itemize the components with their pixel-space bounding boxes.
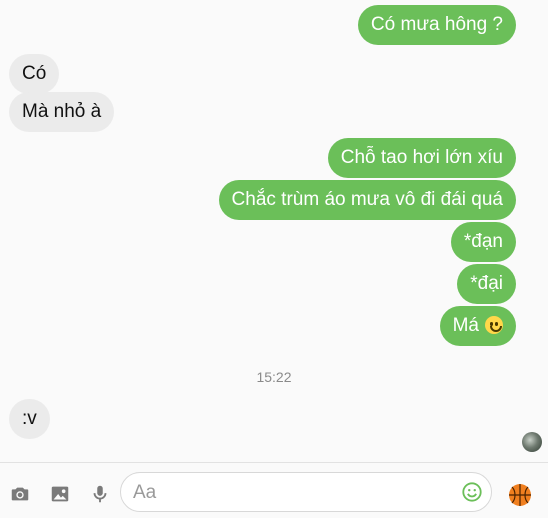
emoji-icon[interactable]	[461, 481, 483, 503]
message-incoming[interactable]: Có	[9, 54, 60, 94]
message-input-placeholder: Aa	[133, 482, 157, 503]
message-outgoing[interactable]: Má	[439, 306, 516, 346]
message-outgoing[interactable]: Chỗ tao hơi lớn xíu	[327, 138, 516, 178]
composer-bar: Aa	[0, 462, 548, 518]
message-outgoing[interactable]: *đại	[457, 264, 516, 304]
message-outgoing[interactable]: Có mưa hông ?	[357, 5, 516, 45]
basketball-icon[interactable]	[508, 483, 532, 507]
microphone-icon[interactable]	[89, 483, 111, 505]
conversation-area: Có mưa hông ? Có Mà nhỏ à Chỗ tao hơi lớ…	[0, 0, 548, 462]
camera-icon[interactable]	[9, 483, 31, 505]
seen-avatar	[522, 432, 542, 452]
message-incoming[interactable]: :v	[9, 399, 50, 439]
timestamp: 15:22	[256, 369, 292, 385]
image-icon[interactable]	[49, 483, 71, 505]
message-outgoing[interactable]: *đạn	[450, 222, 516, 262]
slightly-smiling-face-icon	[485, 316, 503, 334]
message-outgoing[interactable]: Chắc trùm áo mưa vô đi đái quá	[218, 180, 516, 220]
message-input[interactable]: Aa	[120, 472, 492, 512]
message-incoming[interactable]: Mà nhỏ à	[9, 92, 115, 132]
message-text: Má	[452, 315, 479, 336]
